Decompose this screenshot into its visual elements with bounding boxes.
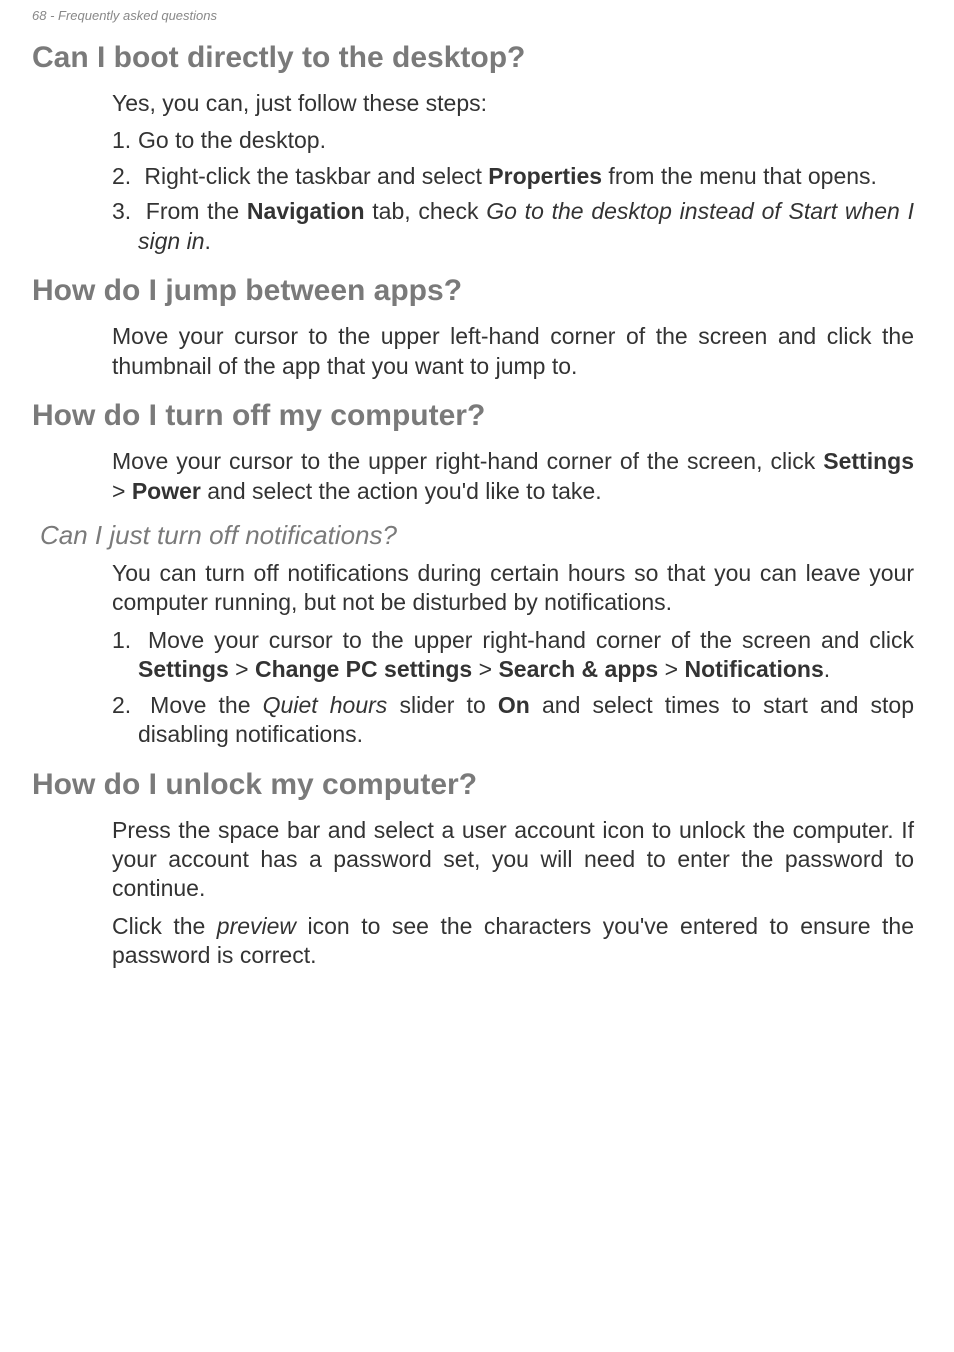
- body-text: You can turn off notifications during ce…: [112, 559, 914, 618]
- italic-text: preview: [217, 913, 296, 939]
- bold-text: Settings: [138, 656, 229, 682]
- text: from the menu that opens.: [602, 163, 877, 189]
- text: Move your cursor to the upper right-hand…: [148, 627, 914, 653]
- page-header: 68 - Frequently asked questions: [32, 8, 922, 23]
- intro-text: Yes, you can, just follow these steps:: [112, 89, 914, 118]
- text: Click the: [112, 913, 217, 939]
- text: tab, check: [365, 198, 487, 224]
- text: >: [112, 478, 132, 504]
- list-item: Right-click the taskbar and select Prope…: [112, 162, 914, 191]
- heading-notifications: Can I just turn off notifications?: [40, 520, 922, 551]
- bold-text: Properties: [488, 163, 602, 189]
- heading-turn-off: How do I turn off my computer?: [32, 399, 922, 433]
- text: and select the action you'd like to take…: [201, 478, 602, 504]
- bold-text: Power: [132, 478, 201, 504]
- body-text: Move your cursor to the upper right-hand…: [112, 447, 914, 506]
- text: slider to: [387, 692, 498, 718]
- body-text: Press the space bar and select a user ac…: [112, 816, 914, 904]
- bold-text: On: [498, 692, 530, 718]
- steps-boot-desktop: Go to the desktop. Right-click the taskb…: [112, 126, 914, 256]
- italic-text: Quiet hours: [263, 692, 388, 718]
- heading-unlock: How do I unlock my computer?: [32, 768, 922, 802]
- text: >: [658, 656, 684, 682]
- text: From the: [146, 198, 247, 224]
- steps-notifications: Move your cursor to the upper right-hand…: [112, 626, 914, 750]
- text: >: [472, 656, 498, 682]
- heading-jump-apps: How do I jump between apps?: [32, 274, 922, 308]
- text: >: [229, 656, 255, 682]
- list-item: Go to the desktop.: [112, 126, 914, 155]
- text: .: [824, 656, 830, 682]
- list-item: Move the Quiet hours slider to On and se…: [112, 691, 914, 750]
- text: Move your cursor to the upper right-hand…: [112, 448, 823, 474]
- list-item: Move your cursor to the upper right-hand…: [112, 626, 914, 685]
- text: .: [204, 228, 210, 254]
- bold-text: Change PC settings: [255, 656, 472, 682]
- heading-boot-desktop: Can I boot directly to the desktop?: [32, 41, 922, 75]
- body-text: Move your cursor to the upper left-hand …: [112, 322, 914, 381]
- bold-text: Settings: [823, 448, 914, 474]
- bold-text: Notifications: [684, 656, 823, 682]
- bold-text: Search & apps: [498, 656, 658, 682]
- text: Right-click the taskbar and select: [144, 163, 488, 189]
- text: Move the: [150, 692, 263, 718]
- list-item: From the Navigation tab, check Go to the…: [112, 197, 914, 256]
- body-text: Click the preview icon to see the charac…: [112, 912, 914, 971]
- bold-text: Navigation: [247, 198, 365, 224]
